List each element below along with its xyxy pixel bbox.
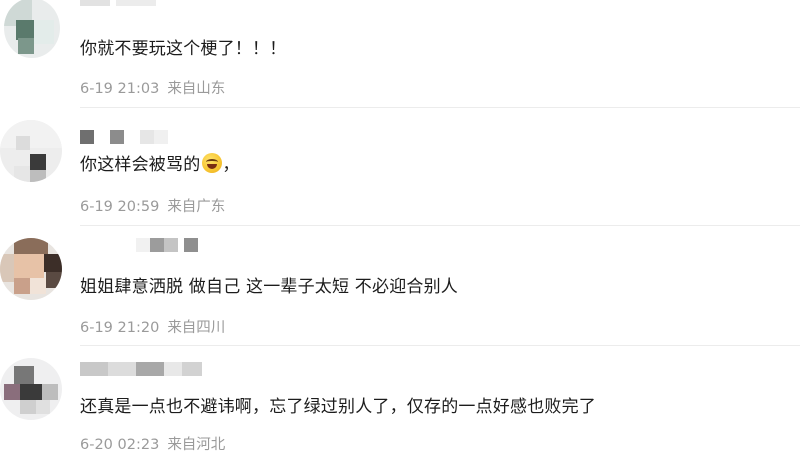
username-redacted[interactable] xyxy=(80,238,200,254)
comment-meta: 6-19 21:20 来自四川 xyxy=(80,316,225,337)
comment-text: 你就不要玩这个梗了！！！ xyxy=(80,39,287,59)
avatar[interactable] xyxy=(0,358,62,420)
comment-meta: 6-20 02:23 来自河北 xyxy=(80,433,225,454)
comment-text-tail: ， xyxy=(222,155,240,175)
comment-time: 6-19 20:59 xyxy=(80,199,160,215)
comment-item-4: 还真是一点也不避讳啊，忘了绿过别人了，仅存的一点好感也败完了 6-20 02:2… xyxy=(0,346,800,462)
username-redacted[interactable] xyxy=(80,130,180,146)
comment-item-1: 你就不要玩这个梗了！！！ 6-19 21:03 来自山东 xyxy=(0,0,800,108)
comment-location: 来自四川 xyxy=(167,320,226,336)
comment-location: 来自广东 xyxy=(167,199,226,215)
username-redacted[interactable] xyxy=(80,362,210,378)
comment-location: 来自河北 xyxy=(167,437,226,453)
comment-item-3: 姐姐肆意洒脱 做自己 这一辈子太短 不必迎合别人 6-19 21:20 来自四川 xyxy=(0,226,800,346)
comment-text-body: 你这样会被骂的 xyxy=(80,155,201,175)
avatar[interactable] xyxy=(0,120,62,182)
comment-time: 6-19 21:03 xyxy=(80,81,160,97)
avatar[interactable] xyxy=(0,238,62,300)
avatar[interactable] xyxy=(4,0,60,58)
username-redacted[interactable] xyxy=(80,0,160,16)
comment-meta: 6-19 20:59 来自广东 xyxy=(80,195,225,216)
laughing-crying-emoji-icon xyxy=(202,153,223,173)
comment-item-2: 你这样会被骂的 ， 6-19 20:59 来自广东 xyxy=(0,108,800,226)
comment-meta: 6-19 21:03 来自山东 xyxy=(80,77,225,98)
comment-text: 你这样会被骂的 ， xyxy=(80,150,240,175)
comment-text: 姐姐肆意洒脱 做自己 这一辈子太短 不必迎合别人 xyxy=(80,277,459,297)
comment-time: 6-19 21:20 xyxy=(80,320,160,336)
comment-location: 来自山东 xyxy=(167,81,226,97)
comment-text: 还真是一点也不避讳啊，忘了绿过别人了，仅存的一点好感也败完了 xyxy=(80,397,596,417)
comment-time: 6-20 02:23 xyxy=(80,437,160,453)
